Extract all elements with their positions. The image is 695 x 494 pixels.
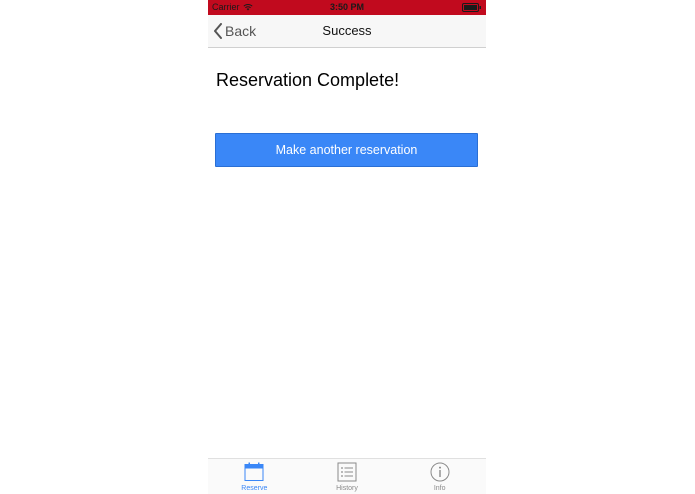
list-icon <box>337 462 357 482</box>
tab-bar: Reserve History Info <box>208 458 486 494</box>
navigation-bar: Back Success <box>208 15 486 48</box>
page-heading: Reservation Complete! <box>216 70 400 90</box>
status-bar: Carrier 3:50 PM <box>208 0 486 15</box>
make-another-reservation-button[interactable]: Make another reservation <box>215 133 478 167</box>
tab-reserve[interactable]: Reserve <box>208 459 301 494</box>
tab-info[interactable]: Info <box>393 459 486 494</box>
tab-label: Info <box>433 485 446 492</box>
tab-history[interactable]: History <box>301 459 394 494</box>
info-icon <box>430 462 450 482</box>
phone-screen: Carrier 3:50 PM Back Success Reservation… <box>208 0 486 494</box>
nav-title: Success <box>322 23 372 38</box>
calendar-icon <box>244 462 264 481</box>
tab-label: Reserve <box>241 485 268 492</box>
status-time: 3:50 PM <box>329 2 364 12</box>
tab-label: History <box>336 485 358 492</box>
battery-icon <box>462 3 481 12</box>
